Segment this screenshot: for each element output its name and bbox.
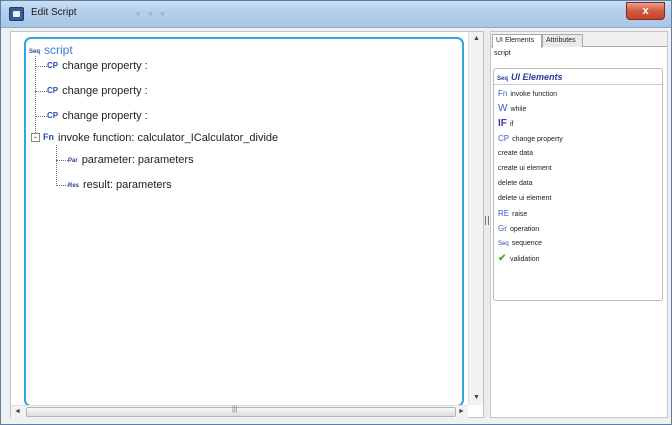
panel-tabs: UI Elements Attributes — [491, 32, 667, 48]
ui-elements-palette: Seq UI Elements Fn invoke function Wwhile … — [493, 68, 663, 301]
palette-item-create-ui-element[interactable]: create ui element — [498, 163, 552, 175]
result-icon: Res — [68, 183, 80, 189]
tree-node-label: change property : — [62, 85, 148, 97]
if-icon: IF — [498, 118, 507, 129]
scroll-left-icon[interactable]: ◄ — [11, 406, 24, 418]
tree-connector — [56, 145, 57, 186]
tab-attributes[interactable]: Attributes — [542, 34, 583, 47]
palette-item-label: operation — [510, 226, 540, 233]
palette-item-while[interactable]: Wwhile — [498, 103, 526, 115]
palette-item-label: delete ui element — [498, 195, 552, 202]
sequence-icon: Seq — [29, 49, 41, 55]
collapse-toggle[interactable]: - — [31, 133, 40, 142]
tree-node-change-property[interactable]: CP change property : — [47, 58, 148, 74]
palette-item-label: create ui element — [498, 165, 552, 172]
function-icon: Fn — [43, 132, 54, 142]
palette-item-label: create data — [498, 150, 534, 157]
horizontal-scrollbar[interactable]: ◄ ||| ► — [11, 405, 468, 418]
tree-node-change-property[interactable]: CP change property : — [47, 108, 148, 124]
palette-header: Seq UI Elements — [497, 72, 563, 82]
tab-ui-elements[interactable]: UI Elements — [492, 34, 542, 48]
change-property-icon: CP — [47, 111, 59, 120]
palette-item-validation[interactable]: ✔ validation — [498, 253, 540, 265]
palette-item-label: validation — [510, 256, 540, 263]
tree-node-result[interactable]: Res result: parameters — [68, 177, 172, 193]
vertical-scrollbar[interactable]: ▲ ▼ — [468, 32, 483, 405]
breadcrumb: script — [494, 50, 511, 57]
palette-item-label: raise — [512, 211, 528, 218]
script-tree: Seq script CP change property : CP change p… — [24, 37, 464, 407]
palette-item-raise[interactable]: RE raise — [498, 208, 527, 220]
tree-node-label: change property : — [62, 110, 148, 122]
scroll-up-icon[interactable]: ▲ — [469, 32, 484, 46]
edit-script-window: Edit Script ■ ■ ■ x Seq script CP change p… — [0, 0, 672, 425]
parameter-icon: Par — [68, 158, 78, 164]
scroll-grip-icon: ||| — [232, 406, 238, 413]
palette-item-label: change property — [512, 136, 563, 143]
function-icon: Fn — [498, 89, 508, 98]
title-bar-decoration: ■ ■ ■ — [136, 11, 168, 18]
palette-item-label: sequence — [511, 240, 543, 247]
properties-panel: UI Elements Attributes script Seq UI Elem… — [490, 31, 668, 418]
tree-connector — [35, 116, 47, 117]
tree-root-label: script — [44, 43, 73, 57]
raise-icon: RE — [498, 209, 510, 218]
scroll-right-icon[interactable]: ► — [455, 406, 468, 418]
palette-item-invoke-function[interactable]: Fn invoke function — [498, 88, 557, 100]
tree-connector — [56, 185, 68, 186]
palette-item-delete-ui-element[interactable]: delete ui element — [498, 193, 551, 205]
splitter-grip-icon — [485, 216, 489, 225]
palette-item-create-data[interactable]: create data — [498, 148, 533, 160]
scroll-down-icon[interactable]: ▼ — [469, 391, 484, 405]
change-property-icon: CP — [498, 134, 510, 143]
change-property-icon: CP — [47, 61, 59, 70]
palette-item-label: delete data — [498, 180, 533, 187]
palette-item-sequence[interactable]: Seq sequence — [498, 238, 542, 250]
tree-node-label: result: parameters — [83, 179, 172, 191]
tree-connector — [35, 56, 36, 137]
palette-item-if[interactable]: IF if — [498, 118, 514, 130]
palette-divider — [494, 84, 662, 85]
horizontal-scroll-thumb[interactable]: ||| — [26, 406, 456, 417]
title-bar[interactable]: Edit Script ■ ■ ■ x — [1, 1, 671, 28]
tree-connector — [56, 160, 68, 161]
tree-node-parameter[interactable]: Par parameter: parameters — [68, 152, 194, 168]
palette-item-operation[interactable]: Gr operation — [498, 223, 539, 235]
tree-node-label: parameter: parameters — [81, 154, 194, 166]
sequence-icon: Seq — [497, 76, 509, 82]
script-editor: Seq script CP change property : CP change p… — [10, 31, 484, 418]
palette-item-label: while — [510, 106, 527, 113]
checkmark-icon: ✔ — [498, 253, 507, 264]
tree-root-script[interactable]: Seq script — [29, 42, 73, 58]
tree-node-invoke-function[interactable]: Fn invoke function: calculator_ICalculato… — [43, 129, 278, 145]
palette-item-delete-data[interactable]: delete data — [498, 178, 533, 190]
tree-node-label: change property : — [62, 60, 148, 72]
while-icon: W — [498, 103, 508, 114]
tree-node-label: invoke function: calculator_ICalculator_… — [58, 132, 279, 144]
app-icon — [9, 7, 24, 21]
tree-connector — [35, 66, 47, 67]
window-title: Edit Script — [31, 7, 77, 18]
change-property-icon: CP — [47, 86, 59, 95]
tree-connector — [35, 91, 47, 92]
palette-item-change-property[interactable]: CP change property — [498, 133, 563, 145]
operation-icon: Gr — [498, 224, 507, 233]
sequence-icon: Seq — [498, 241, 509, 247]
close-button[interactable]: x — [626, 2, 665, 20]
palette-title: UI Elements — [511, 72, 563, 82]
tree-node-change-property[interactable]: CP change property : — [47, 83, 148, 99]
palette-item-label: if — [510, 121, 514, 128]
palette-item-label: invoke function — [510, 91, 558, 98]
